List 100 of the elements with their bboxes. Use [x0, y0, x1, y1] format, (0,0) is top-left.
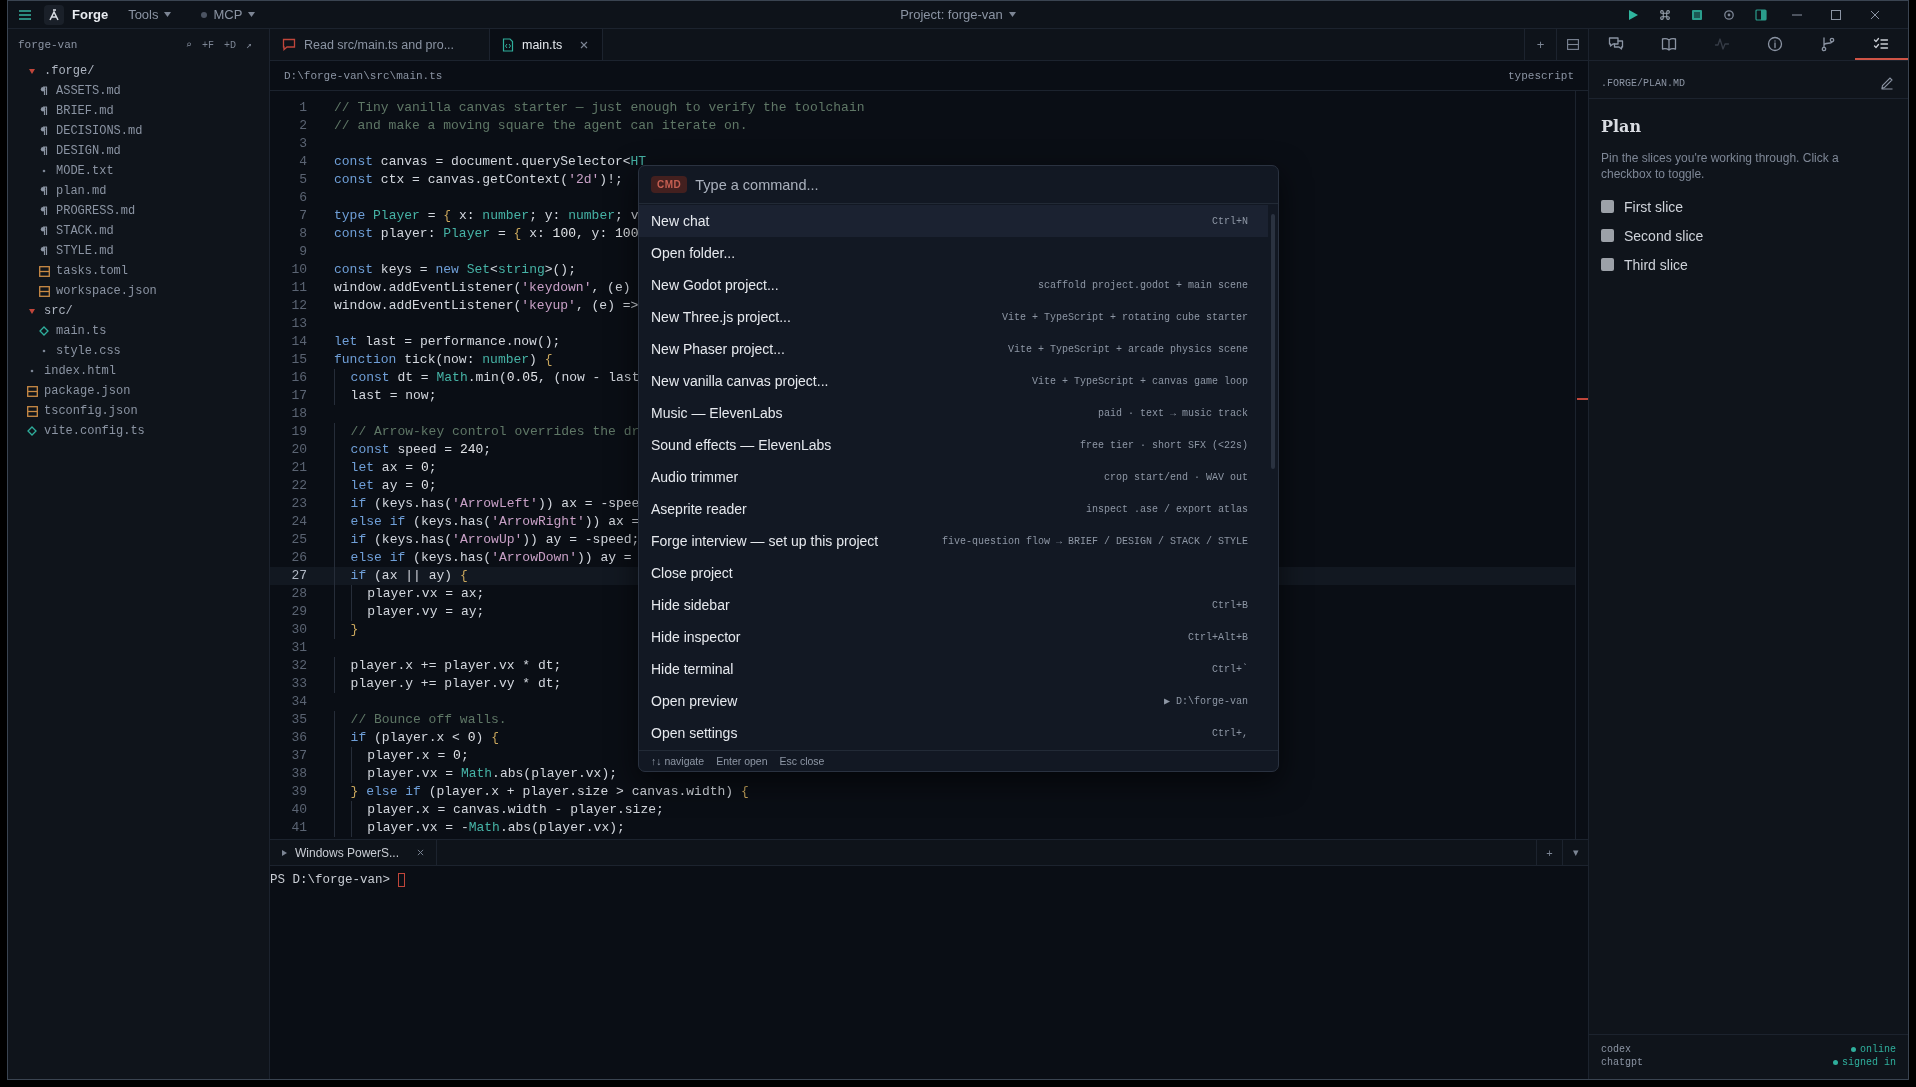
file-item[interactable]: workspace.json	[8, 281, 269, 301]
toolbar-button[interactable]: +F	[196, 39, 219, 51]
command-item[interactable]: Sound effects — ElevenLabs free tier · short SFX (<22s)	[639, 429, 1268, 461]
file-item[interactable]: BRIEF.md	[8, 101, 269, 121]
command-item[interactable]: Close project	[639, 557, 1268, 589]
line-number: 16	[290, 369, 307, 387]
run-icon	[1627, 8, 1639, 21]
paragraph-icon	[40, 186, 48, 196]
code-line: window.addEventListener('keyup', (e) =>	[334, 297, 639, 315]
status-dot	[1833, 1060, 1838, 1065]
line-number: 4	[298, 153, 307, 171]
command-item[interactable]: Hide terminal Ctrl+`	[639, 653, 1268, 685]
line-number: 19	[290, 423, 307, 441]
toolbar-button[interactable]: ⌕	[180, 39, 197, 51]
line-number: 32	[290, 657, 307, 675]
code-line: if (keys.has('ArrowUp')) ay = -speed;	[334, 531, 640, 549]
close-icon[interactable]	[417, 849, 425, 856]
line-number: 41	[290, 819, 307, 837]
line-number: 5	[298, 171, 307, 189]
new-tab-button[interactable]: +	[1524, 29, 1556, 60]
file-item[interactable]: MODE.txt	[8, 161, 269, 181]
line-number: 15	[290, 351, 307, 369]
code-line: const canvas = document.querySelector<HT	[334, 153, 647, 171]
command-item[interactable]: Music — ElevenLabs paid · text → music track	[639, 397, 1268, 429]
file-item[interactable]: STYLE.md	[8, 241, 269, 261]
code-line: player.x += player.vx * dt;	[334, 657, 562, 675]
command-item[interactable]: Aseprite reader inspect .ase / export atlas	[639, 493, 1268, 525]
project-menu[interactable]: Project: forge-van	[894, 4, 1022, 25]
line-number: 35	[290, 711, 307, 729]
toolbar-button[interactable]: ↗	[240, 39, 257, 51]
file-item[interactable]: STACK.md	[8, 221, 269, 241]
menu-button[interactable]: Tools	[122, 4, 178, 25]
line-number: 37	[290, 747, 307, 765]
edit-icon[interactable]	[1880, 76, 1894, 90]
caret-icon	[164, 12, 172, 17]
paragraph-icon	[40, 86, 48, 96]
file-item[interactable]: index.html	[8, 361, 269, 381]
code-line: type Player = { x: number; y: number; v	[334, 207, 639, 225]
command-item[interactable]: Open folder...	[639, 237, 1268, 269]
terminal-icon	[282, 849, 287, 856]
folder-item[interactable]: .forge/	[8, 61, 269, 81]
code-line: let ax = 0;	[334, 459, 437, 477]
app-logo-icon	[44, 4, 64, 25]
file-item[interactable]: ASSETS.md	[8, 81, 269, 101]
code-line: function tick(now: number) {	[334, 351, 553, 369]
command-item[interactable]: Forge interview — set up this project five-question flow → BRIEF / DESIGN / STACK / STYLE	[639, 525, 1268, 557]
line-number: 20	[290, 441, 307, 459]
command-item[interactable]: New Three.js project... Vite + TypeScript + rotating cube starter	[639, 301, 1268, 333]
service-name: chatgpt	[1601, 1056, 1643, 1069]
command-item[interactable]: Open settings Ctrl+,	[639, 717, 1268, 749]
line-number: 21	[290, 459, 307, 477]
key-hint: Esc close	[779, 755, 825, 767]
file-item[interactable]: tasks.toml	[8, 261, 269, 281]
close-icon	[1869, 9, 1880, 20]
line-number: 22	[290, 477, 307, 495]
code-line: const player: Player = { x: 100, y: 100	[334, 225, 639, 243]
file-item[interactable]: PROGRESS.md	[8, 201, 269, 221]
command-input[interactable]: Type a command...	[695, 172, 1266, 197]
code-line: if (ax || ay) {	[334, 567, 468, 585]
line-number: 8	[298, 225, 307, 243]
line-number: 28	[290, 585, 307, 603]
app-name: Forge	[72, 7, 109, 22]
text-cursor	[398, 873, 406, 887]
checkbox[interactable]	[1601, 229, 1614, 242]
menu-icon[interactable]	[18, 8, 32, 21]
checkbox[interactable]	[1601, 200, 1614, 213]
folder-item[interactable]: src/	[8, 301, 269, 321]
command-item[interactable]: Hide sidebar Ctrl+B	[639, 589, 1268, 621]
command-item[interactable]: Audio trimmer crop start/end · WAV out	[639, 461, 1268, 493]
command-item[interactable]: Hide inspector Ctrl+Alt+B	[639, 621, 1268, 653]
file-item[interactable]: tsconfig.json	[8, 401, 269, 421]
checkbox[interactable]	[1601, 258, 1614, 271]
menu-button[interactable]: MCP	[195, 4, 262, 25]
toolbar-button[interactable]: +D	[218, 39, 241, 51]
language-label[interactable]: typescript	[1508, 69, 1574, 82]
line-number: 9	[298, 243, 307, 261]
file-item[interactable]: style.css	[8, 341, 269, 361]
file-item[interactable]: DECISIONS.md	[8, 121, 269, 141]
command-item[interactable]: New chat Ctrl+N	[639, 205, 1268, 237]
line-number: 7	[298, 207, 307, 225]
diamond-icon	[27, 426, 37, 436]
line-number: 29	[290, 603, 307, 621]
line-number: 38	[290, 765, 307, 783]
command-item[interactable]: New vanilla canvas project... Vite + TypeScript + canvas game loop	[639, 365, 1268, 397]
command-item[interactable]: Open preview ▶ D:\forge-van	[639, 685, 1268, 717]
command-item[interactable]: New Godot project... scaffold project.godot + main scene	[639, 269, 1268, 301]
file-item[interactable]: plan.md	[8, 181, 269, 201]
file-item[interactable]: vite.config.ts	[8, 421, 269, 441]
split-icon	[1566, 39, 1579, 50]
terminal-action-button[interactable]: +	[1536, 840, 1562, 865]
command-icon	[1658, 7, 1672, 22]
line-number: 14	[290, 333, 307, 351]
dot-icon	[42, 169, 46, 173]
file-item[interactable]: DESIGN.md	[8, 141, 269, 161]
file-item[interactable]: main.ts	[8, 321, 269, 341]
code-line: const speed = 240;	[334, 441, 492, 459]
editor-tab[interactable]: main.ts	[490, 29, 604, 60]
command-item[interactable]: New Phaser project... Vite + TypeScript + arcade physics scene	[639, 333, 1268, 365]
file-item[interactable]: package.json	[8, 381, 269, 401]
chat-icon	[282, 38, 296, 51]
